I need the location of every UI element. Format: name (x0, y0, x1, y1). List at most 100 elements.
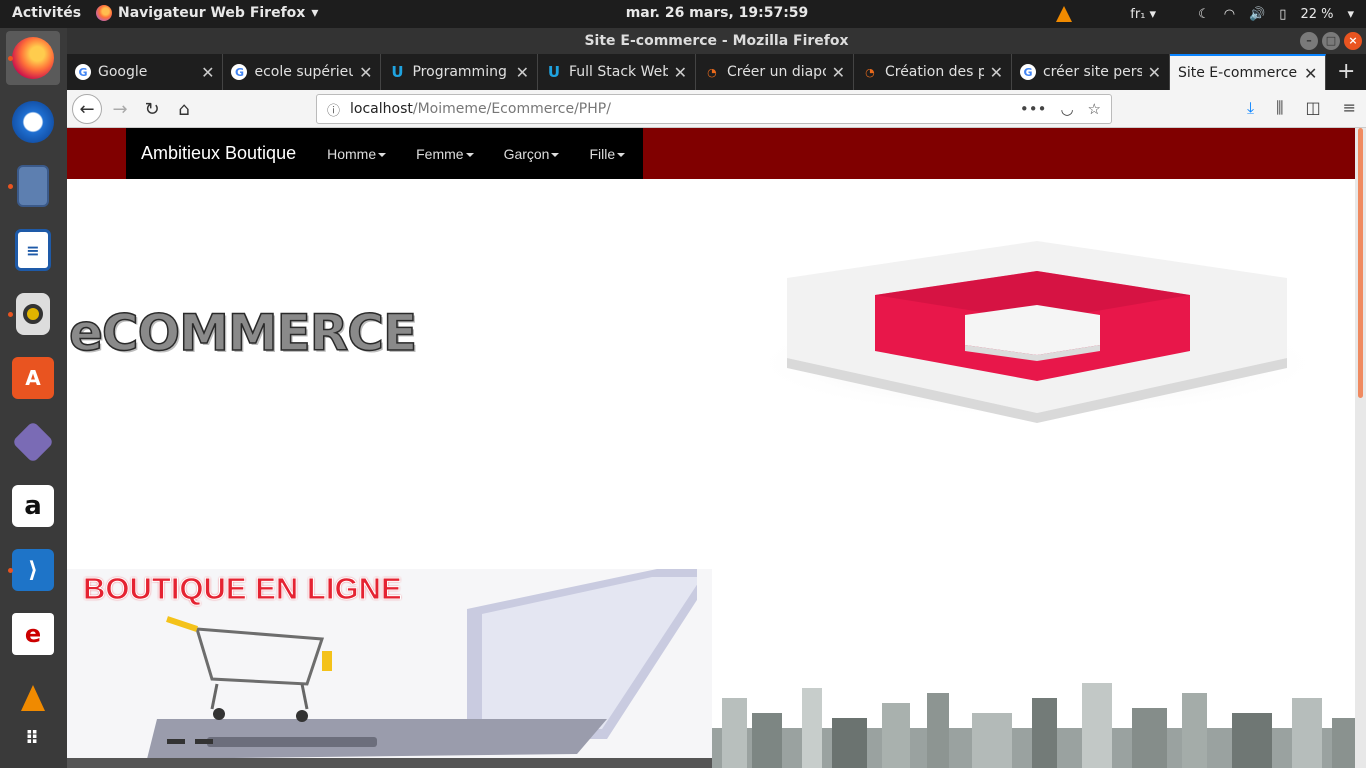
caret-down-icon (551, 152, 560, 157)
home-icon: ⌂ (178, 98, 190, 120)
running-indicator (8, 312, 13, 317)
close-tab-icon[interactable]: ✕ (201, 63, 214, 82)
show-applications-button[interactable]: ⠿ (6, 712, 60, 766)
window-titlebar: Site E-commerce - Mozilla Firefox – □ × (67, 28, 1366, 54)
tab-creation[interactable]: ◔ Création des p ✕ (854, 54, 1012, 90)
udemy-icon: U (391, 63, 404, 81)
window-controls: – □ × (1300, 32, 1362, 50)
ecommerce-3d-logo-image (747, 241, 1327, 423)
reload-button[interactable]: ↻ (137, 94, 167, 124)
close-tab-icon[interactable]: ✕ (990, 63, 1003, 82)
bookmark-star-icon[interactable]: ☆ (1088, 100, 1101, 118)
arrow-right-icon: → (112, 98, 128, 120)
dock-firefox[interactable] (6, 31, 60, 85)
launcher-dock: ✉ ≡ A a ⟩ e ⠿ (0, 28, 67, 768)
tab-google[interactable]: G Google ✕ (67, 54, 224, 90)
laptop-cart-illustration (147, 569, 697, 759)
forward-button[interactable]: → (105, 94, 135, 124)
close-window-button[interactable]: × (1344, 32, 1362, 50)
url-host: localhost (350, 101, 413, 117)
boutique-en-ligne-image: BOUTIQUE EN LIGNE (67, 569, 712, 759)
wifi-icon[interactable]: ◠ (1224, 7, 1235, 22)
software-center-icon: A (12, 357, 54, 399)
close-tab-icon[interactable]: ✕ (359, 63, 372, 82)
menu-label: Homme (327, 145, 377, 162)
close-tab-icon[interactable]: ✕ (516, 63, 529, 82)
google-icon: G (75, 64, 91, 80)
minimize-button[interactable]: – (1300, 32, 1318, 50)
sidebar-icon[interactable]: ◫ (1305, 98, 1320, 118)
volume-icon[interactable]: 🔊 (1249, 7, 1265, 22)
dock-evince[interactable]: e (6, 607, 60, 661)
chevron-down-icon[interactable]: ▾ (1347, 7, 1354, 22)
nav-toolbar: ← → ↻ ⌂ ⓘ localhost/Moimeme/Ecommerce/PH… (67, 90, 1366, 128)
page-bottom-strip (67, 758, 712, 768)
dock-rhythmbox[interactable] (6, 287, 60, 341)
info-icon[interactable]: ⓘ (327, 100, 340, 119)
reload-icon: ↻ (144, 98, 160, 120)
menu-homme[interactable]: Homme (312, 146, 401, 162)
tab-label: ecole supérieu (254, 64, 354, 80)
vlc-icon (21, 685, 45, 711)
dock-thunderbird[interactable]: ✉ (6, 95, 60, 149)
grid-icon: ⠿ (24, 728, 42, 749)
tab-diapo[interactable]: ◔ Créer un diapo ✕ (696, 54, 854, 90)
menu-femme[interactable]: Femme (401, 146, 488, 162)
dock-writer[interactable]: ≡ (6, 223, 60, 277)
url-path: /Moimeme/Ecommerce/PHP/ (412, 101, 611, 117)
running-indicator (8, 184, 13, 189)
google-icon: G (231, 64, 248, 80)
downloads-icon[interactable]: ⤓ (1247, 98, 1254, 118)
tab-site-ecommerce[interactable]: Site E-commerce ✕ (1169, 54, 1327, 90)
tab-label: Google (98, 64, 148, 80)
back-button[interactable]: ← (72, 94, 102, 124)
files-icon (17, 165, 49, 207)
close-tab-icon[interactable]: ✕ (674, 63, 687, 82)
tab-ecole[interactable]: G ecole supérieu ✕ (223, 54, 382, 90)
url-bar[interactable]: ⓘ localhost/Moimeme/Ecommerce/PHP/ ••• ◡… (316, 94, 1112, 124)
tab-programming[interactable]: U Programming ✕ (381, 54, 538, 90)
library-icon[interactable]: ⫼ (1276, 98, 1283, 118)
site-navbar: Ambitieux Boutique Homme Femme Garçon Fi… (67, 128, 1355, 179)
running-indicator (8, 56, 13, 61)
keyboard-layout-label: fr₁ (1130, 6, 1146, 22)
thunderbird-icon: ✉ (12, 101, 54, 143)
dock-files[interactable] (6, 159, 60, 213)
window-title: Site E-commerce - Mozilla Firefox (584, 33, 849, 49)
night-light-icon[interactable]: ☾ (1198, 7, 1210, 22)
tab-site-perso[interactable]: G créer site perso ✕ (1012, 54, 1170, 90)
close-tab-icon[interactable]: ✕ (1304, 64, 1317, 83)
writer-icon: ≡ (15, 229, 51, 271)
site-brand[interactable]: Ambitieux Boutique (126, 143, 311, 164)
page-actions-icon[interactable]: ••• (1020, 100, 1047, 118)
page-scrollbar[interactable] (1355, 128, 1366, 768)
ecommerce-banner-image: eCOMMERCE (68, 303, 418, 363)
caret-down-icon (465, 152, 474, 157)
home-button[interactable]: ⌂ (169, 94, 199, 124)
tab-fullstack[interactable]: U Full Stack Web ✕ (538, 54, 696, 90)
dock-amazon[interactable]: a (6, 479, 60, 533)
scrollbar-thumb[interactable] (1358, 128, 1363, 398)
dock-vscode[interactable]: ⟩ (6, 543, 60, 597)
system-tray[interactable]: fr₁ ▾ ☾ ◠ 🔊 ▯ 22 % ▾ (1056, 0, 1366, 28)
maximize-button[interactable]: □ (1322, 32, 1340, 50)
menu-garcon[interactable]: Garçon (489, 146, 575, 162)
tab-label: Site E-commerce (1177, 65, 1298, 81)
vlc-tray-icon[interactable] (1056, 6, 1073, 22)
menu-fille[interactable]: Fille (574, 146, 640, 162)
dock-sublime[interactable] (6, 415, 60, 469)
menu-label: Femme (416, 145, 464, 162)
udemy-icon: U (547, 63, 561, 81)
new-tab-button[interactable]: + (1326, 54, 1366, 90)
pocket-icon[interactable]: ◡ (1060, 100, 1073, 118)
close-tab-icon[interactable]: ✕ (832, 63, 845, 82)
google-icon: G (1019, 64, 1036, 80)
vscode-icon: ⟩ (12, 549, 54, 591)
menu-label: Garçon (503, 145, 550, 162)
dock-software[interactable]: A (6, 351, 60, 405)
close-tab-icon[interactable]: ✕ (1148, 63, 1161, 82)
keyboard-layout[interactable]: fr₁ ▾ (1130, 7, 1156, 22)
battery-icon[interactable]: ▯ (1279, 7, 1286, 22)
rhythmbox-icon (16, 293, 50, 335)
hamburger-menu-icon[interactable]: ≡ (1343, 98, 1356, 118)
